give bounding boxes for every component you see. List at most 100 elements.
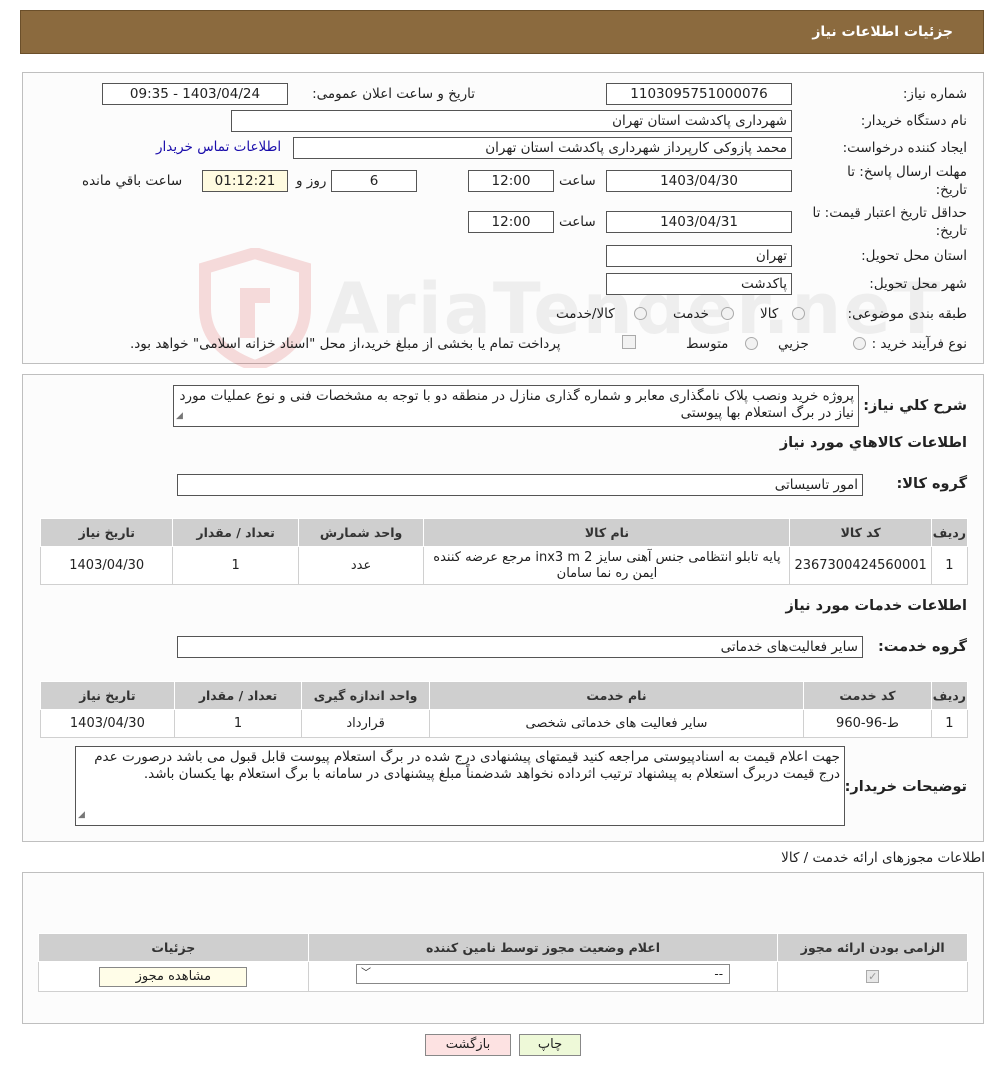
service-name: سایر فعالیت های خدماتی شخصی	[428, 709, 805, 738]
chevron-down-icon: ﹀	[361, 968, 372, 979]
goods-group-field: امور تاسیساتی	[177, 474, 863, 496]
view-permit-button[interactable]: مشاهده مجوز	[99, 966, 248, 987]
permit-details-cell: مشاهده مجوز	[38, 961, 309, 992]
col-quantity: تعداد / مقدار	[172, 518, 299, 547]
time-remaining-field: 01:12:21	[202, 170, 288, 192]
description-label: شرح کلي نياز:	[863, 398, 967, 414]
days-remaining-field: 6	[331, 170, 417, 192]
province-field: تهران	[606, 245, 792, 267]
row-number: 1	[930, 709, 969, 738]
announce-date-label: تاریخ و ساعت اعلان عمومی:	[312, 86, 475, 102]
service-code: ط-96-960	[803, 709, 932, 738]
validity-label: حداقل تاریخ اعتبار قیمت: تا	[812, 205, 967, 221]
table-row: 1 ط-96-960 سایر فعالیت های خدماتی شخصی ق…	[40, 709, 969, 738]
permit-status-select[interactable]: ﹀ --	[356, 964, 731, 984]
service-need-date: 1403/04/30	[40, 709, 175, 738]
buyer-contact-link[interactable]: اطلاعات تماس خریدار	[156, 139, 281, 155]
description-text: پروژه خرید ونصب پلاک نامگذاری معابر و شم…	[179, 388, 854, 421]
validity-time-label: ساعت	[559, 214, 596, 230]
page-title: جزئیات اطلاعات نیاز	[812, 24, 953, 40]
services-table-wrap: رديف کد خدمت نام خدمت واحد اندازه گيری ت…	[40, 681, 969, 738]
services-table: رديف کد خدمت نام خدمت واحد اندازه گيری ت…	[40, 681, 969, 738]
process-label: نوع فرآیند خرید :	[871, 336, 967, 352]
col-service-name: نام خدمت	[428, 681, 805, 710]
announce-date-field: 1403/04/24 - 09:35	[102, 83, 288, 105]
creator-field: محمد پازوکی کارپرداز شهرداری پاکدشت استا…	[293, 137, 792, 159]
service-quantity: 1	[173, 709, 303, 738]
permits-table-wrap: الزامی بودن ارائه مجوز اعلام وضعیت مجوز …	[38, 933, 968, 992]
goods-name: پایه تابلو انتظامی جنس آهنی سایز inx3 m …	[423, 546, 791, 585]
services-group-label: گروه خدمت:	[877, 639, 967, 655]
buyer-notes-field: جهت اعلام قیمت به اسنادپیوستی مراجعه کنی…	[75, 746, 845, 826]
category-option-goods-service: کالا/خدمت	[556, 306, 615, 322]
category-option-service: خدمت	[673, 306, 709, 322]
col-row-number: رديف	[930, 681, 969, 710]
col-goods-name: نام کالا	[423, 518, 791, 547]
col-need-date: تاريخ نياز	[40, 681, 175, 710]
goods-table: رديف کد کالا نام کالا واحد شمارش تعداد /…	[39, 518, 969, 585]
col-quantity: تعداد / مقدار	[173, 681, 303, 710]
process-option-medium: متوسط	[686, 336, 729, 352]
time-remaining-label: ساعت باقي مانده	[82, 173, 183, 189]
col-goods-code: کد کالا	[789, 518, 932, 547]
deadline-time-label: ساعت	[559, 173, 596, 189]
need-number-field: 1103095751000076	[606, 83, 792, 105]
buyer-notes-text: جهت اعلام قیمت به اسنادپیوستی مراجعه کنی…	[94, 749, 840, 782]
goods-table-wrap: رديف کد کالا نام کالا واحد شمارش تعداد /…	[39, 518, 969, 585]
resize-handle-icon[interactable]: ◢	[78, 807, 85, 824]
validity-date-field: 1403/04/31	[606, 211, 792, 233]
category-label: طبقه بندی موضوعی:	[847, 306, 967, 322]
treasury-checkbox[interactable]	[622, 335, 636, 349]
col-unit: واحد شمارش	[297, 518, 425, 547]
process-radio-partial[interactable]	[853, 337, 866, 350]
permit-status-cell: ﹀ --	[307, 961, 779, 992]
category-radio-goods-service[interactable]	[634, 307, 647, 320]
permits-table: الزامی بودن ارائه مجوز اعلام وضعیت مجوز …	[38, 933, 968, 992]
goods-quantity: 1	[172, 546, 299, 585]
buyer-notes-label: توضيحات خريدار:	[844, 779, 967, 795]
print-button[interactable]: چاپ	[519, 1034, 581, 1056]
creator-label: ایجاد کننده درخواست:	[842, 140, 967, 156]
goods-section-title: اطلاعات کالاهاي مورد نياز	[779, 435, 967, 451]
row-number: 1	[930, 546, 969, 585]
col-row-number: رديف	[930, 518, 969, 547]
permits-section-title: اطلاعات مجوزهای ارائه خدمت / کالا	[781, 850, 985, 866]
back-button[interactable]: بازگشت	[425, 1034, 511, 1056]
permit-status-value: --	[714, 967, 724, 981]
buyer-org-label: نام دستگاه خریدار:	[860, 113, 967, 129]
deadline-label: مهلت ارسال پاسخ: تا	[847, 164, 967, 180]
checkbox-checked-icon[interactable]: ✓	[866, 969, 880, 983]
services-section-title: اطلاعات خدمات مورد نياز	[785, 598, 967, 614]
col-permit-required: الزامی بودن ارائه مجوز	[777, 933, 968, 962]
process-option-partial: جزیي	[778, 336, 809, 352]
validity-label-date: تاریخ:	[935, 223, 967, 239]
category-radio-service[interactable]	[721, 307, 734, 320]
col-permit-status: اعلام وضعیت مجوز توسط نامین کننده	[307, 933, 779, 962]
table-row: 1 2367300424560001 پایه تابلو انتظامی جن…	[39, 546, 969, 585]
process-radio-medium[interactable]	[745, 337, 758, 350]
days-label: روز و	[296, 173, 327, 189]
services-table-header: رديف کد خدمت نام خدمت واحد اندازه گيری ت…	[40, 681, 969, 710]
goods-table-header: رديف کد کالا نام کالا واحد شمارش تعداد /…	[39, 518, 969, 547]
buyer-org-field: شهرداری پاکدشت استان تهران	[231, 110, 792, 132]
category-radio-goods[interactable]	[792, 307, 805, 320]
deadline-time-field: 12:00	[468, 170, 554, 192]
deadline-date-field: 1403/04/30	[606, 170, 792, 192]
category-option-goods: کالا	[760, 306, 779, 322]
treasury-note: پرداخت تمام یا بخشی از مبلغ خرید،از محل …	[130, 336, 561, 352]
description-field: پروژه خرید ونصب پلاک نامگذاری معابر و شم…	[173, 385, 859, 427]
city-label: شهر محل تحویل:	[869, 276, 967, 292]
goods-need-date: 1403/04/30	[39, 546, 174, 585]
city-field: پاکدشت	[606, 273, 792, 295]
province-label: استان محل تحویل:	[861, 248, 967, 264]
goods-code: 2367300424560001	[789, 546, 932, 585]
permits-table-header: الزامی بودن ارائه مجوز اعلام وضعیت مجوز …	[38, 933, 968, 962]
services-group-field: سایر فعالیت‌های خدماتی	[177, 636, 863, 658]
goods-unit: عدد	[297, 546, 425, 585]
service-unit: قرارداد	[301, 709, 430, 738]
col-measure-unit: واحد اندازه گيری	[301, 681, 430, 710]
goods-group-label: گروه کالا:	[896, 476, 967, 492]
resize-handle-icon[interactable]: ◢	[176, 408, 183, 425]
need-number-label: شماره نیاز:	[902, 86, 967, 102]
page-header: جزئیات اطلاعات نیاز	[20, 10, 984, 54]
